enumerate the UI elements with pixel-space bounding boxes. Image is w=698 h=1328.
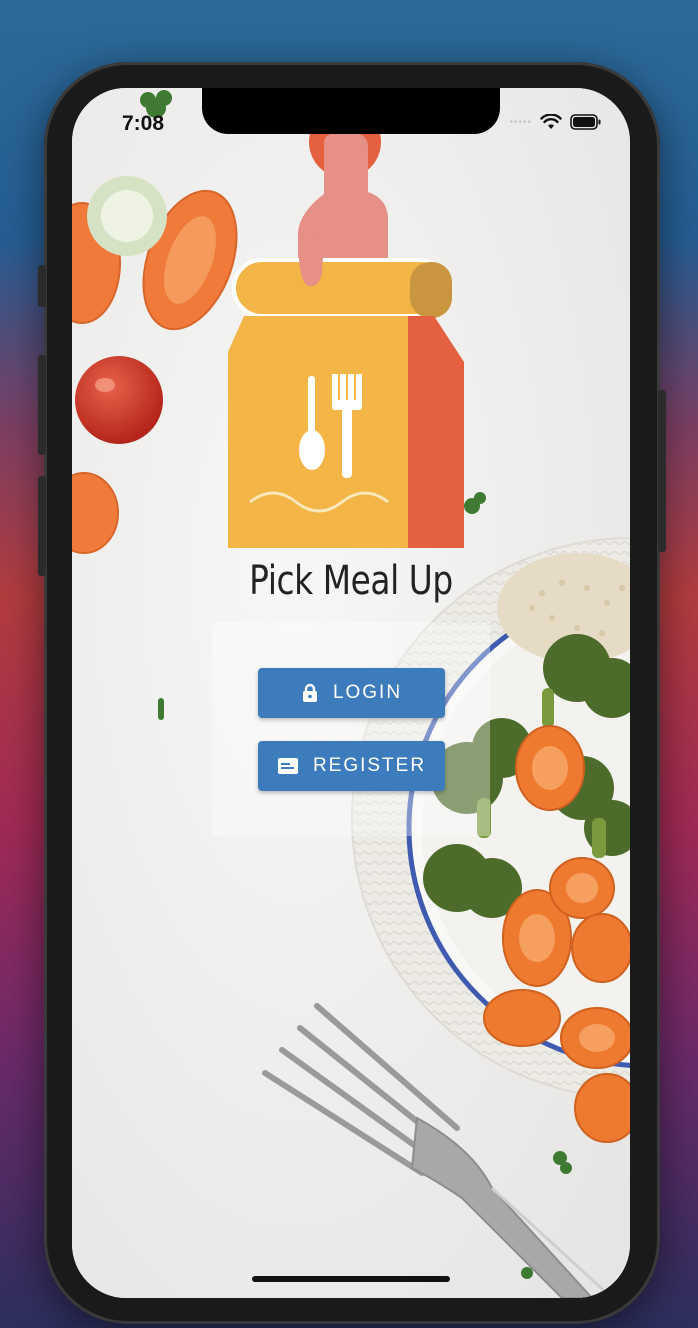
login-button-label: LOGIN <box>332 682 403 703</box>
volume-down-button <box>38 476 46 576</box>
lock-icon <box>301 683 319 703</box>
mute-switch <box>38 265 46 307</box>
battery-icon <box>570 114 601 130</box>
login-button[interactable]: LOGIN <box>258 668 445 718</box>
auth-panel <box>212 622 490 836</box>
cellular-signal-icon: ••••• <box>509 116 532 128</box>
home-indicator[interactable] <box>252 1276 450 1282</box>
wifi-icon <box>540 114 562 129</box>
power-button <box>658 390 666 552</box>
volume-up-button <box>38 355 46 455</box>
register-button[interactable]: REGISTER <box>258 741 445 791</box>
register-button-label: REGISTER <box>312 755 427 776</box>
app-screen: 7:08 ••••• Pick Meal Up LOGIN REGISTER <box>72 88 630 1298</box>
device-notch <box>202 88 500 134</box>
status-time: 7:08 <box>122 112 165 135</box>
meal-bag-logo <box>228 132 464 548</box>
app-title: Pick Meal Up <box>249 558 453 604</box>
status-indicators: ••••• <box>509 114 602 130</box>
id-card-icon <box>277 757 299 775</box>
